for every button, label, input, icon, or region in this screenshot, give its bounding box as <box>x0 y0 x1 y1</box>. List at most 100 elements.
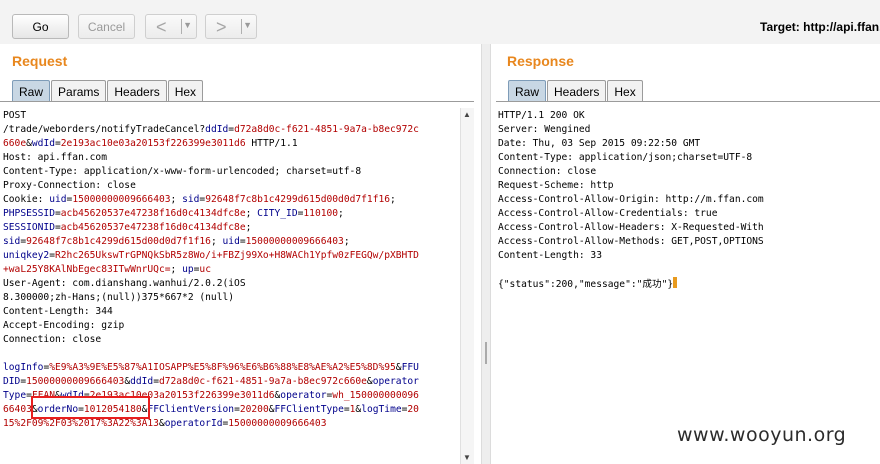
response-text: Access-Control-Allow-Credentials: true <box>498 208 718 219</box>
request-segment: Type <box>3 390 27 401</box>
request-line: 8.300000;zh-Hans;(null))375*667*2 (null) <box>3 291 458 305</box>
request-segment: uc <box>199 264 211 275</box>
request-tabs: Raw Params Headers Hex <box>12 80 204 102</box>
response-viewer[interactable]: HTTP/1.1 200 OK Server: Wengined Date: Thu… <box>498 109 880 464</box>
back-button[interactable]: < ▼ <box>145 14 197 39</box>
response-line: HTTP/1.1 200 OK <box>498 109 880 123</box>
request-segment: SESSIONID <box>3 222 55 233</box>
request-line: Connection: close <box>3 333 458 347</box>
request-line: User-Agent: com.dianshang.wanhui/2.0.2(i… <box>3 277 458 291</box>
tab-raw[interactable]: Raw <box>508 80 547 102</box>
chevron-down-icon[interactable]: ▼ <box>183 20 192 30</box>
response-text: Content-Type: application/json;charset=U… <box>498 152 753 163</box>
request-segment: Accept-Encoding: gzip <box>3 320 125 331</box>
request-segment: Proxy-Connection: close <box>3 180 136 191</box>
tab-hex[interactable]: Hex <box>167 80 204 102</box>
split-divider[interactable] <box>481 44 491 464</box>
request-segment: 660e <box>3 138 27 149</box>
tab-headers[interactable]: Headers <box>107 80 167 102</box>
back-arrow-icon: < <box>156 16 167 37</box>
request-segment: R2hc265UkswTrGPNQkSbR5z8Wo/i+FBZj99Xo+H8… <box>55 250 419 261</box>
text-cursor <box>673 277 678 288</box>
request-segment: operator <box>372 376 419 387</box>
forward-button[interactable]: > ▼ <box>205 14 257 39</box>
go-button[interactable]: Go <box>12 14 69 39</box>
chevron-down-icon[interactable]: ▼ <box>243 20 252 30</box>
request-scrollbar[interactable]: ▲ ▼ <box>460 108 474 464</box>
request-segment: logTime <box>361 404 402 415</box>
response-line: Access-Control-Allow-Headers: X-Requeste… <box>498 221 880 235</box>
request-segment: 15000000009666403 <box>26 376 125 387</box>
request-line: uniqkey2=R2hc265UkswTrGPNQkSbR5z8Wo/i+FB… <box>3 249 458 263</box>
request-segment: Connection: close <box>3 334 102 345</box>
request-segment: DID <box>3 376 21 387</box>
request-line: 15%2F09%2F03%2017%3A22%3A13&operatorId=1… <box>3 417 458 431</box>
request-line: Cookie: uid=15000000009666403; sid=92648… <box>3 193 458 207</box>
scroll-down-icon[interactable]: ▼ <box>463 453 471 462</box>
request-segment: ddId <box>130 376 154 387</box>
drag-handle-icon[interactable] <box>485 342 487 364</box>
request-line: Content-Type: application/x-www-form-url… <box>3 165 458 179</box>
request-segment: +waL25Y8KAlNbEgec83ITwWnrUQc= <box>3 264 171 275</box>
request-title: Request <box>12 53 68 69</box>
request-segment: ; <box>245 222 252 233</box>
request-segment: ; <box>390 194 396 205</box>
request-segment: uid <box>49 194 67 205</box>
response-text: HTTP/1.1 200 OK <box>498 110 585 121</box>
request-segment: PHPSESSID <box>3 208 55 219</box>
request-segment: %E9%A3%9E%E5%87%A1IOSAPP%E5%8F%96%E6%B6%… <box>49 362 396 373</box>
tab-underline <box>496 101 880 102</box>
request-segment: 2e193ac10e03a20153f226399e3011d6 <box>60 138 246 149</box>
request-segment: up <box>182 264 194 275</box>
response-line: Access-Control-Allow-Methods: GET,POST,O… <box>498 235 880 249</box>
response-text: Request-Scheme: http <box>498 180 614 191</box>
response-text: {"status":200,"message":"成功"} <box>498 279 674 290</box>
request-segment: sid <box>182 194 200 205</box>
tab-raw[interactable]: Raw <box>12 80 51 102</box>
request-segment: Cookie: <box>3 194 50 205</box>
response-line: Connection: close <box>498 165 880 179</box>
tab-headers[interactable]: Headers <box>547 80 607 102</box>
toolbar: Go Cancel < ▼ > ▼ Target: http://api.ffa… <box>0 0 880 44</box>
request-segment: Content-Type: application/x-www-form-url… <box>3 166 362 177</box>
request-segment: FFClientVersion <box>147 404 235 415</box>
request-segment: logInfo <box>3 362 44 373</box>
request-segment: 15000000009666403 <box>245 236 344 247</box>
request-segment: d72a8d0c-f621-4851-9a7a-b8ec972c660e <box>158 376 367 387</box>
request-line: /trade/weborders/notifyTradeCancel?ddId=… <box>3 123 458 137</box>
request-segment: uid <box>222 236 240 247</box>
request-line: Accept-Encoding: gzip <box>3 319 458 333</box>
tab-params[interactable]: Params <box>51 80 107 102</box>
request-segment: ; <box>170 194 183 205</box>
response-text: Access-Control-Allow-Headers: X-Requeste… <box>498 222 764 233</box>
response-tabs: Raw Headers Hex <box>508 80 644 102</box>
request-segment: acb45620537e47238f16d0c4134dfc8e <box>60 222 246 233</box>
scroll-up-icon[interactable]: ▲ <box>463 110 471 119</box>
request-line: Proxy-Connection: close <box>3 179 458 193</box>
response-line: Content-Length: 33 <box>498 249 880 263</box>
request-line: 660e&wdId=2e193ac10e03a20153f226399e3011… <box>3 137 458 151</box>
request-line: +waL25Y8KAlNbEgec83ITwWnrUQc=; up=uc <box>3 263 458 277</box>
request-segment: 20200 <box>239 404 269 415</box>
response-line: Server: Wengined <box>498 123 880 137</box>
request-segment: sid <box>3 236 21 247</box>
request-segment: User-Agent: com.dianshang.wanhui/2.0.2(i… <box>3 278 246 289</box>
request-segment: 110100 <box>303 208 339 219</box>
cancel-button[interactable]: Cancel <box>78 14 135 39</box>
request-line: Host: api.ffan.com <box>3 151 458 165</box>
target-label[interactable]: Target: http://api.ffan.com <box>760 20 880 34</box>
request-segment: Content-Length: 344 <box>3 306 113 317</box>
request-segment: ; <box>210 236 223 247</box>
response-line <box>498 263 880 277</box>
response-text: Connection: close <box>498 166 597 177</box>
request-segment: wh_150000000096 <box>332 390 419 401</box>
request-segment: ; <box>170 264 183 275</box>
request-segment: POST <box>3 110 27 121</box>
request-segment: ddId <box>205 124 229 135</box>
request-segment: operator <box>280 390 327 401</box>
tab-hex[interactable]: Hex <box>607 80 643 102</box>
request-segment: acb45620537e47238f16d0c4134dfc8e <box>60 208 246 219</box>
response-title: Response <box>507 53 574 69</box>
request-segment: 92648f7c8b1c4299d615d00d0d7f1f16 <box>26 236 211 247</box>
request-line <box>3 347 458 361</box>
